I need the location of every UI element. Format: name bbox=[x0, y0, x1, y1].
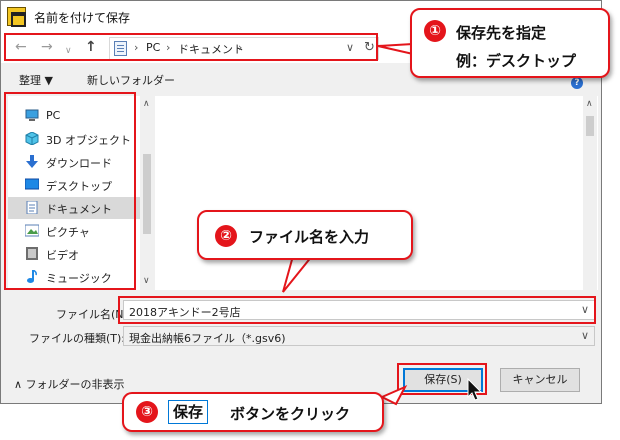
step-number-1: ① bbox=[424, 20, 446, 42]
callout-text: ボタンをクリック bbox=[230, 405, 351, 423]
mouse-cursor-icon bbox=[467, 378, 483, 401]
step-number-2: ② bbox=[215, 225, 237, 247]
callout-text: ファイル名を入力 bbox=[249, 228, 370, 246]
step-number-3: ③ bbox=[136, 401, 158, 423]
callout-text: 例：デスクトップ bbox=[456, 52, 577, 70]
callout-save-location: ① 保存先を指定 例：デスクトップ bbox=[410, 8, 610, 78]
save-chip-label: 保存 bbox=[168, 400, 209, 424]
callout-filename: ② ファイル名を入力 bbox=[197, 210, 413, 260]
callout-save-click: ③ 保存 ボタンをクリック bbox=[122, 392, 384, 432]
callout-text: 保存先を指定 bbox=[456, 24, 547, 42]
